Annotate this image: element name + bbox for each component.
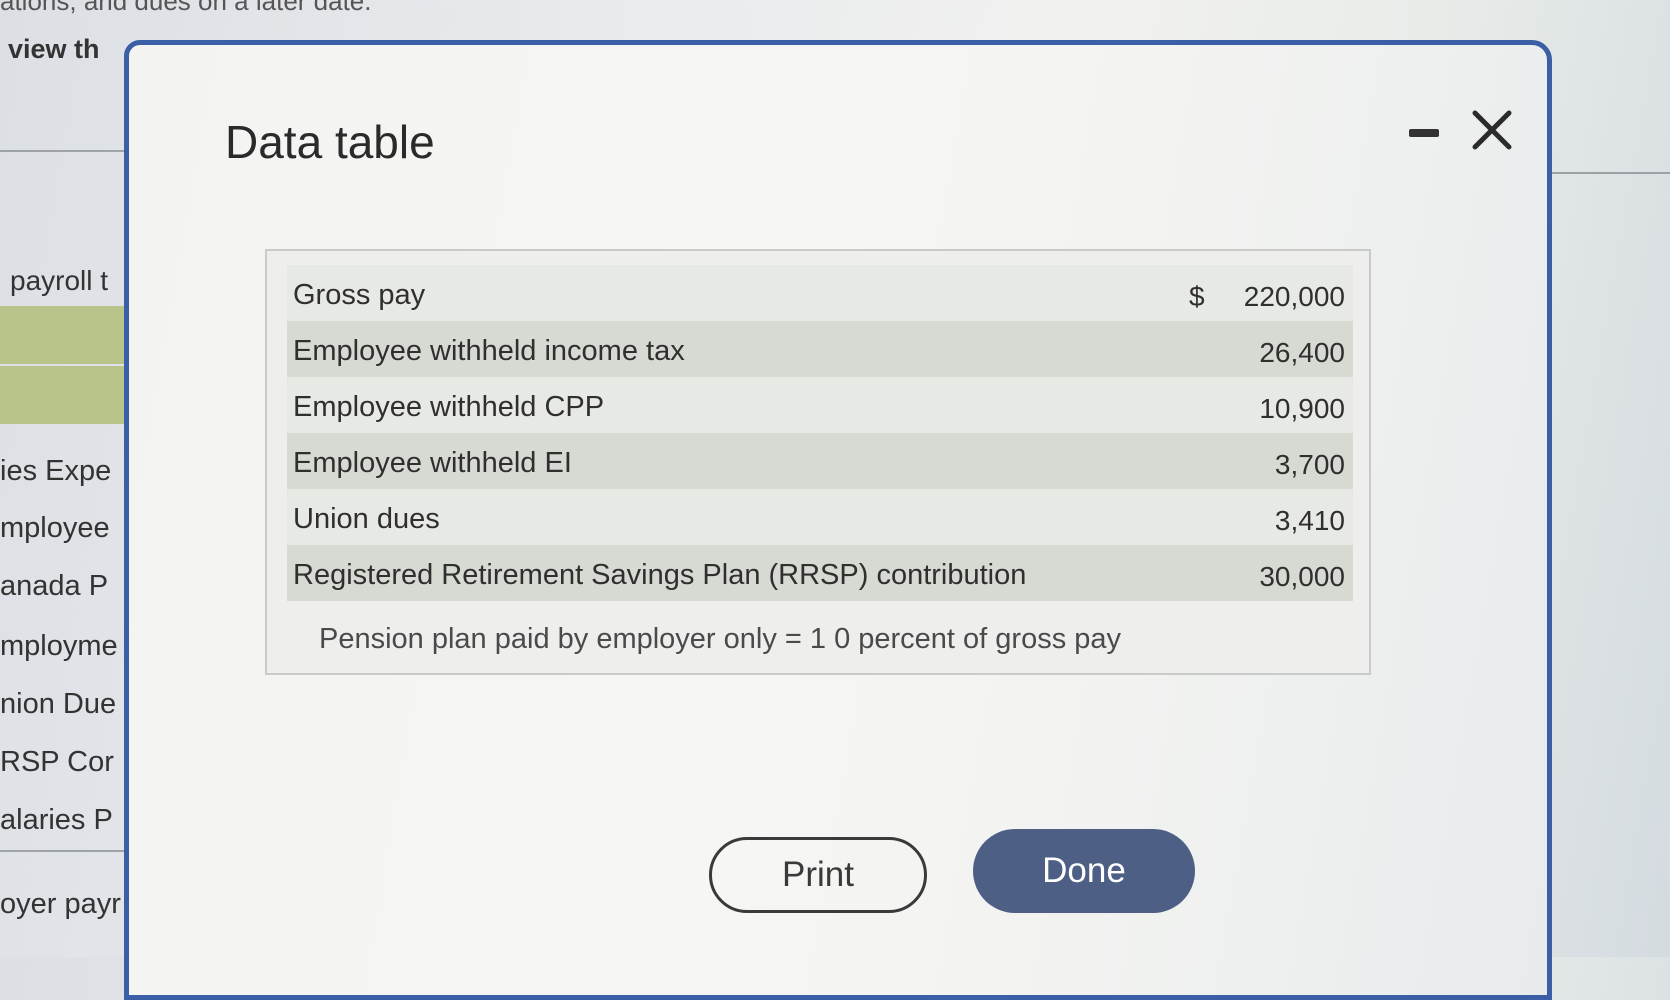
- row-label: Gross pay: [293, 279, 426, 311]
- row-value: 30,000: [1259, 561, 1345, 592]
- background-list-item: mployme: [0, 630, 118, 662]
- table-row: Employee withheld income tax 26,400: [287, 321, 1353, 377]
- table-note: Pension plan paid by employer only = 1 0…: [319, 623, 1122, 655]
- row-label: Union dues: [293, 503, 440, 535]
- data-table: Gross pay $ 220,000 Employee withheld in…: [265, 249, 1371, 675]
- row-label: Employee withheld CPP: [293, 391, 605, 423]
- dialog-title: Data table: [225, 116, 435, 168]
- data-table-dialog: Data table Gross pay $ 220,000 Employee …: [124, 40, 1552, 1000]
- background-divider: [0, 850, 130, 852]
- background-highlight-row: [0, 366, 130, 424]
- table-row: Registered Retirement Savings Plan (RRSP…: [287, 545, 1353, 601]
- table-row: Union dues 3,410: [287, 489, 1353, 545]
- row-label: Employee withheld income tax: [293, 335, 685, 367]
- minimize-icon: [1409, 129, 1439, 137]
- table-row: Employee withheld EI 3,700: [287, 433, 1353, 489]
- row-value: 3,700: [1274, 449, 1345, 480]
- background-list-item: oyer payr: [0, 888, 121, 920]
- row-currency: $: [1189, 281, 1205, 312]
- row-value: 26,400: [1259, 337, 1345, 368]
- background-list-item: mployee: [0, 512, 110, 544]
- row-value: 10,900: [1259, 393, 1345, 424]
- background-list-item: RSP Cor: [0, 746, 114, 778]
- background-list-item: anada P: [0, 570, 109, 602]
- close-button[interactable]: [1465, 103, 1521, 159]
- table-row: Employee withheld CPP 10,900: [287, 377, 1353, 433]
- background-highlight-row: [0, 306, 130, 364]
- background-page: ations, and dues on a later date. view t…: [0, 0, 372, 957]
- row-value: 220,000: [1243, 281, 1345, 312]
- minimize-button[interactable]: [1403, 115, 1443, 151]
- row-label: Employee withheld EI: [293, 447, 572, 479]
- done-button[interactable]: Done: [973, 829, 1195, 913]
- table-row: Gross pay $ 220,000: [287, 265, 1353, 321]
- background-view-link[interactable]: view th: [8, 34, 100, 65]
- background-payroll-label: payroll t: [10, 265, 109, 296]
- background-divider: [1550, 172, 1670, 174]
- row-label: Registered Retirement Savings Plan (RRSP…: [293, 559, 1027, 591]
- print-button[interactable]: Print: [709, 837, 927, 913]
- background-list-item: ies Expe: [0, 455, 112, 487]
- background-text: ations, and dues on a later date.: [0, 0, 372, 16]
- background-divider: [0, 150, 130, 152]
- background-list-item: nion Due: [0, 688, 117, 720]
- close-icon: [1472, 110, 1512, 150]
- row-value: 3,410: [1274, 505, 1345, 536]
- background-list-item: alaries P: [0, 804, 113, 836]
